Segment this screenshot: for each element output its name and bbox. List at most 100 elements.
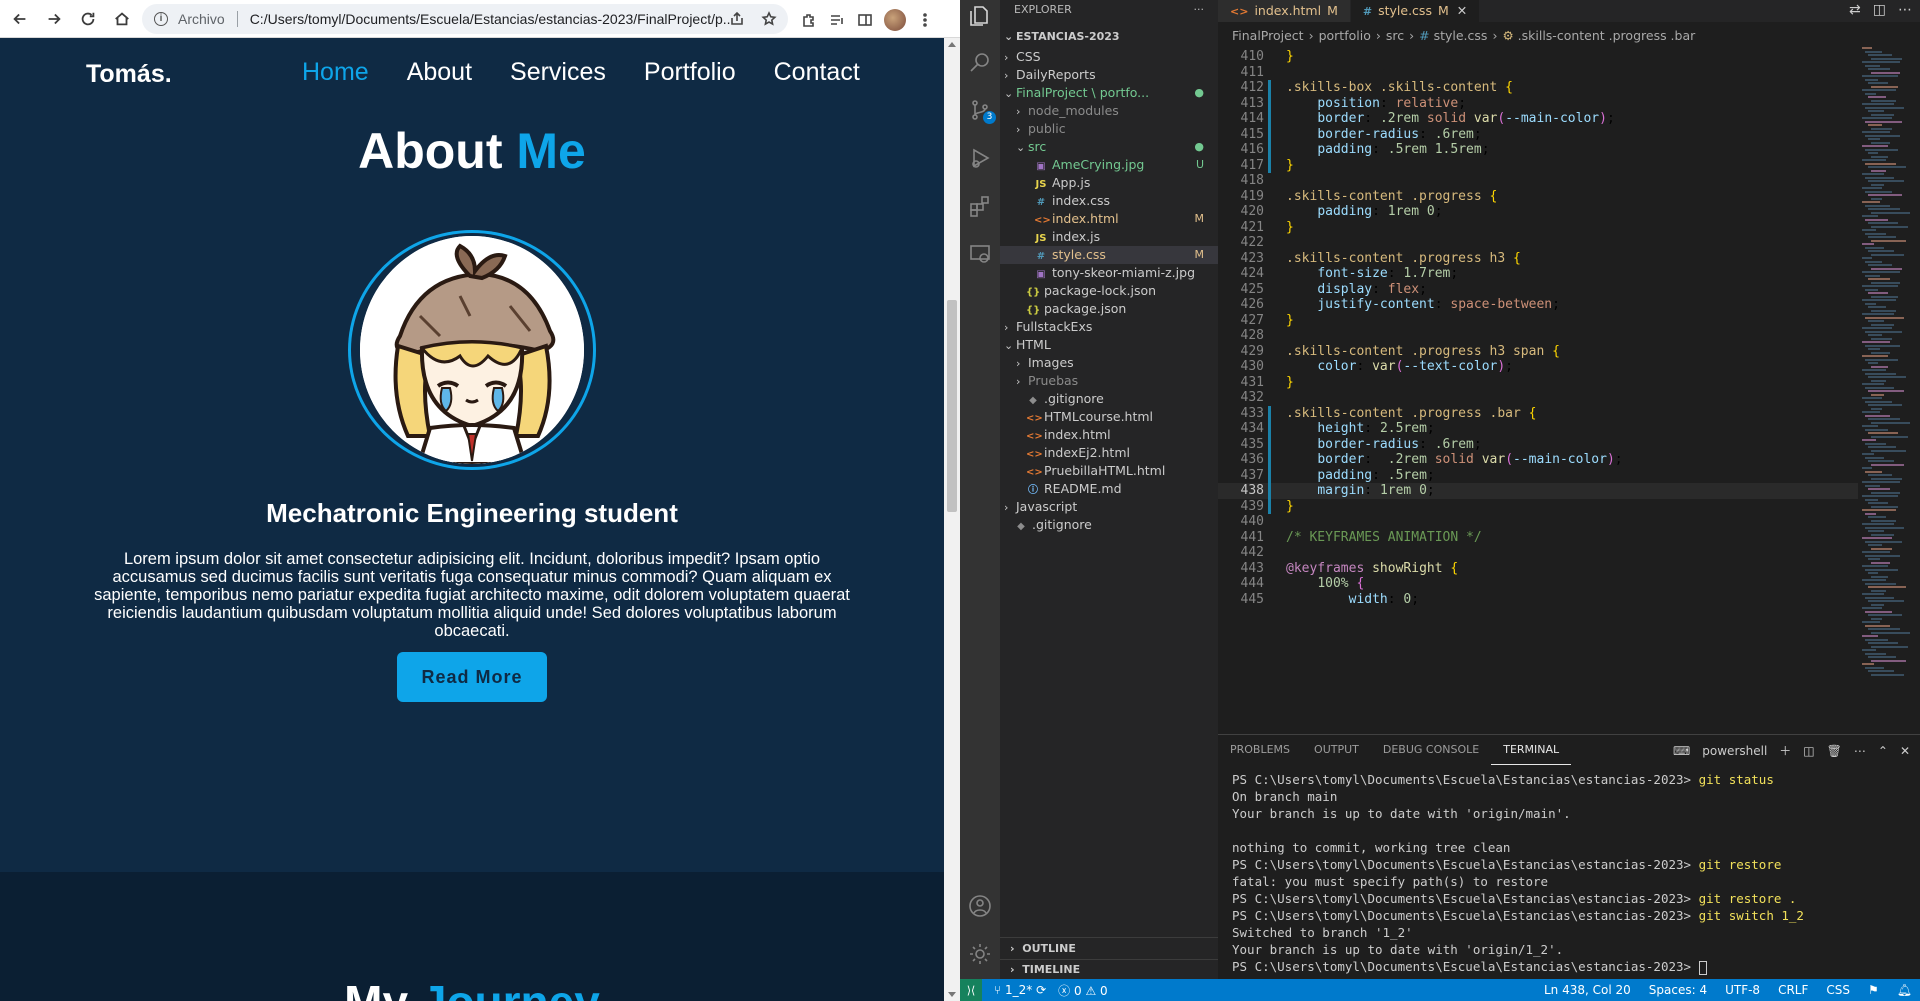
language-mode[interactable]: CSS (1826, 983, 1850, 997)
media-control-icon[interactable] (828, 11, 846, 29)
editor-tab[interactable]: # style.css M ✕ (1350, 0, 1481, 22)
tree-item[interactable]: {} package-lock.json (1000, 282, 1218, 300)
problems-status[interactable]: ⓧ 0 ⚠ 0 (1058, 982, 1108, 999)
close-panel-icon[interactable]: ✕ (1900, 744, 1910, 758)
explorer-files-icon[interactable] (968, 4, 992, 28)
reload-button[interactable] (74, 5, 102, 33)
accounts-icon[interactable] (968, 894, 992, 918)
extensions-puzzle-icon[interactable] (800, 11, 818, 29)
tree-item[interactable]: ⓘ README.md (1000, 480, 1218, 498)
page-scrollbar[interactable] (944, 38, 960, 1001)
tree-item[interactable]: <>HTMLcourse.html (1000, 408, 1218, 426)
maximize-panel-icon[interactable]: ⌃ (1878, 744, 1888, 758)
terminal-output[interactable]: PS C:\Users\tomyl\Documents\Escuela\Esta… (1218, 771, 1920, 976)
tree-item[interactable]: <>index.html (1000, 426, 1218, 444)
breadcrumb-item[interactable]: .skills-content .progress .bar (1518, 28, 1696, 43)
tree-item[interactable]: # index.css (1000, 192, 1218, 210)
tree-item[interactable]: {} package.json (1000, 300, 1218, 318)
back-button[interactable] (6, 5, 34, 33)
address-bar[interactable]: i Archivo C:/Users/tomyl/Documents/Escue… (142, 4, 788, 34)
panel-tab-problems[interactable]: PROBLEMS (1218, 735, 1302, 765)
branch-status[interactable]: ⑂ 1_2* ⟳ (994, 983, 1046, 997)
editor-tab[interactable]: <> index.html M (1218, 0, 1351, 22)
minimap[interactable] (1858, 47, 1920, 731)
address-url[interactable]: C:/Users/tomyl/Documents/Escuela/Estanci… (250, 11, 730, 27)
info-icon[interactable]: i (154, 12, 168, 26)
tree-item[interactable]: JS index.js (1000, 228, 1218, 246)
tree-item[interactable]: # style.css M (1000, 246, 1218, 264)
tree-item[interactable]: <>index.html M (1000, 210, 1218, 228)
forward-button[interactable] (40, 5, 68, 33)
scroll-up-arrow-icon[interactable] (948, 42, 956, 47)
code-editor[interactable]: 410} 411 412 .skills-box .skills-content {4… (1218, 47, 1858, 731)
scrollbar-thumb[interactable] (947, 300, 957, 512)
tree-item[interactable]: ⌄ HTML (1000, 336, 1218, 354)
nav-link-services[interactable]: Services (510, 58, 606, 87)
outline-section[interactable]: › OUTLINE (1000, 937, 1218, 959)
breadcrumb-item[interactable]: portfolio (1319, 28, 1371, 43)
tree-item[interactable]: › DailyReports (1000, 66, 1218, 84)
share-icon[interactable] (728, 10, 746, 28)
notifications-bell-icon[interactable]: 🔔︎ (1897, 983, 1912, 997)
timeline-section[interactable]: › TIMELINE (1000, 959, 1218, 979)
nav-link-home[interactable]: Home (302, 58, 369, 87)
tree-item[interactable]: › Pruebas (1000, 372, 1218, 390)
cursor-position[interactable]: Ln 438, Col 20 (1544, 983, 1631, 997)
workspace-root[interactable]: ⌄ ESTANCIAS-2023 (1000, 26, 1218, 48)
extensions-icon[interactable] (968, 194, 992, 218)
encoding[interactable]: UTF-8 (1725, 983, 1760, 997)
bookmark-star-icon[interactable] (760, 10, 778, 28)
tree-item[interactable]: ◆ .gitignore (1000, 516, 1218, 534)
tree-item[interactable]: › Javascript (1000, 498, 1218, 516)
read-more-button[interactable]: Read More (397, 652, 547, 702)
indentation[interactable]: Spaces: 4 (1649, 983, 1707, 997)
run-debug-icon[interactable] (968, 146, 992, 170)
nav-link-about[interactable]: About (407, 58, 472, 87)
explorer-more-icon[interactable]: ··· (1194, 0, 1205, 20)
new-terminal-icon[interactable]: ＋ (1779, 742, 1791, 759)
kill-terminal-trash-icon[interactable]: 🗑 (1827, 744, 1842, 758)
tree-item[interactable]: JS App.js (1000, 174, 1218, 192)
profile-avatar[interactable] (884, 9, 906, 31)
more-actions-icon[interactable]: ⋯ (1854, 744, 1866, 758)
remote-explorer-icon[interactable] (968, 242, 992, 266)
source-control-icon[interactable]: 3 (968, 98, 996, 124)
nav-link-portfolio[interactable]: Portfolio (644, 58, 736, 87)
home-button[interactable] (108, 5, 136, 33)
breadcrumb-item[interactable]: style.css (1434, 28, 1488, 43)
remote-indicator-icon[interactable]: ⟩⟨ (960, 979, 982, 1001)
tree-item[interactable]: › CSS (1000, 48, 1218, 66)
close-tab-icon[interactable]: ✕ (1457, 3, 1467, 18)
compare-changes-icon[interactable]: ⇄ (1849, 2, 1861, 18)
live-share-icon[interactable]: ⚑ (1868, 983, 1879, 997)
tree-item[interactable]: › public (1000, 120, 1218, 138)
tree-item[interactable]: › Images (1000, 354, 1218, 372)
shell-name[interactable]: powershell (1702, 744, 1767, 758)
split-editor-icon[interactable]: ◫ (1873, 2, 1886, 18)
panel-tab-terminal[interactable]: TERMINAL (1491, 735, 1572, 765)
tree-item[interactable]: ⌄ FinalProject \ portfo... ● (1000, 84, 1218, 102)
tree-item[interactable]: › FullstackExs (1000, 318, 1218, 336)
split-terminal-icon[interactable]: ◫ (1803, 744, 1814, 758)
tree-item[interactable]: ▣ tony-skeor-miami-z.jpg (1000, 264, 1218, 282)
tree-item[interactable]: <>PruebillaHTML.html (1000, 462, 1218, 480)
scroll-down-arrow-icon[interactable] (948, 992, 956, 997)
breadcrumb-item[interactable]: FinalProject (1232, 28, 1304, 43)
tree-item[interactable]: ⌄ src ● (1000, 138, 1218, 156)
more-actions-icon[interactable]: ⋯ (1898, 2, 1912, 18)
settings-gear-icon[interactable] (968, 942, 992, 966)
tree-item[interactable]: › node_modules (1000, 102, 1218, 120)
side-panel-icon[interactable] (856, 11, 874, 29)
line-ending[interactable]: CRLF (1778, 983, 1808, 997)
search-icon[interactable] (968, 50, 992, 74)
more-menu-icon[interactable] (916, 11, 934, 29)
panel-tab-output[interactable]: OUTPUT (1302, 735, 1371, 765)
tree-item[interactable]: ▣ AmeCrying.jpg U (1000, 156, 1218, 174)
tree-item[interactable]: <>indexEj2.html (1000, 444, 1218, 462)
panel-tab-debug-console[interactable]: DEBUG CONSOLE (1371, 735, 1491, 765)
tree-item[interactable]: ◆ .gitignore (1000, 390, 1218, 408)
breadcrumb-item[interactable]: src (1386, 28, 1404, 43)
site-logo[interactable]: Tomás. (86, 60, 172, 89)
nav-link-contact[interactable]: Contact (774, 58, 860, 87)
tree-item-label: Javascript (1016, 499, 1078, 514)
